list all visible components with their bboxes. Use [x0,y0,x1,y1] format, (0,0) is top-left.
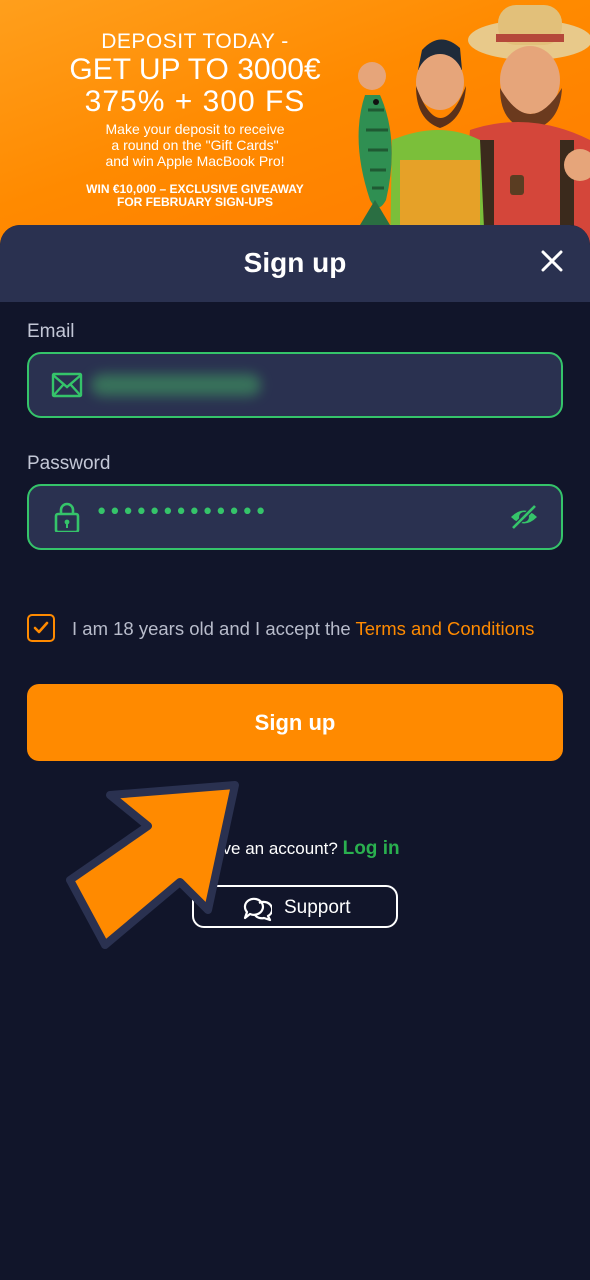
promo-headline-2: GET UP TO 3000€ [69,53,321,86]
password-label: Password [27,453,111,474]
modal-header: Sign up [0,225,590,302]
fisherman-characters-illustration [358,5,590,250]
promo-headline-3: 375% + 300 FS [84,85,306,118]
password-value: ••••••••••••• [95,500,268,525]
login-link[interactable]: Log in [343,838,400,859]
terms-conditions-link[interactable]: Terms and Conditions [356,618,535,639]
signup-modal: Sign up Email Password ••••••••••••• I a… [0,225,590,1280]
password-field[interactable]: ••••••••••••• [27,484,563,550]
promo-banner[interactable]: DEPOSIT TODAY - GET UP TO 3000€ 375% + 3… [0,0,590,250]
age-terms-checkbox[interactable] [27,614,55,642]
promo-headline-1: DEPOSIT TODAY - [101,30,289,53]
terms-statement: I am 18 years old and I accept the [72,618,356,639]
terms-text: I am 18 years old and I accept the Terms… [72,618,534,640]
modal-title: Sign up [243,247,347,278]
checkmark-icon [33,621,49,634]
promo-description: Make your deposit to receive a round on … [105,121,285,169]
email-value-obscured [91,374,261,396]
signup-button[interactable]: Sign up [27,684,563,761]
eye-off-icon[interactable] [509,504,539,530]
email-label: Email [27,321,75,342]
lock-icon [54,502,80,532]
arrow-pointer-icon [66,781,239,949]
promo-giveaway: WIN €10,000 – EXCLUSIVE GIVEAWAY FOR FEB… [86,182,304,209]
envelope-icon [51,372,83,398]
close-icon[interactable] [540,249,564,273]
support-label: Support [284,897,351,918]
promo-text: DEPOSIT TODAY - GET UP TO 3000€ 375% + 3… [20,30,370,209]
email-field[interactable] [27,352,563,418]
